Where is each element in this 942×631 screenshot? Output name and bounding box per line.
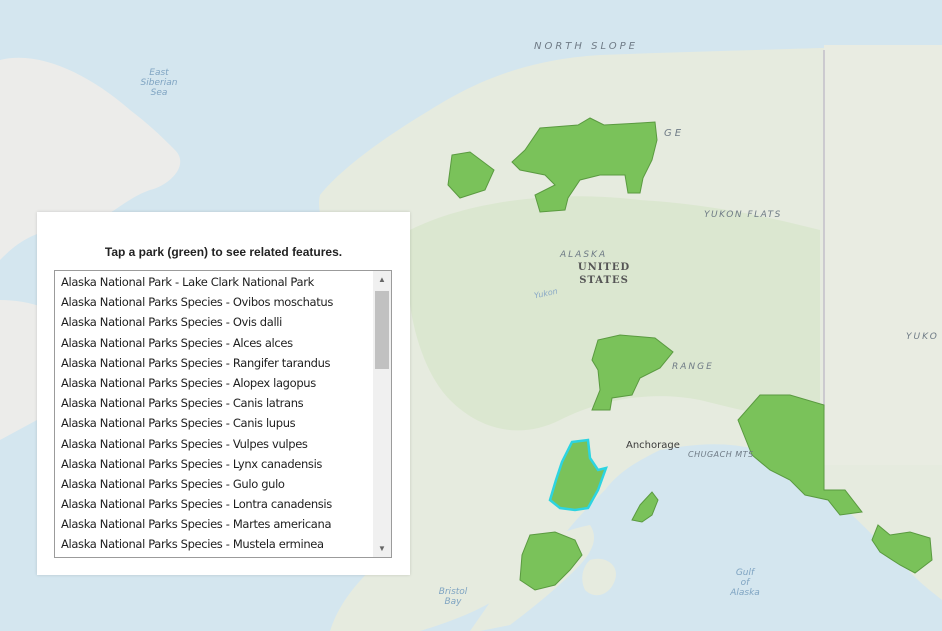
label-gulf-of-alaska: Gulf of Alaska bbox=[722, 568, 768, 598]
label-bristol-bay: Bristol Bay bbox=[432, 587, 474, 607]
label-east-siberian-sea-line2: Siberian bbox=[140, 78, 178, 88]
scroll-up-icon[interactable]: ▲ bbox=[373, 271, 391, 288]
label-gulf-line1: Gulf bbox=[735, 568, 755, 578]
related-features-list: Alaska National Park - Lake Clark Nation… bbox=[61, 272, 371, 555]
related-features-panel: Tap a park (green) to see related featur… bbox=[37, 212, 410, 575]
label-bristol-bay-line1: Bristol bbox=[438, 587, 468, 597]
label-anchorage: Anchorage bbox=[626, 440, 680, 451]
list-item[interactable]: Alaska National Parks Species - Martes a… bbox=[61, 514, 371, 534]
list-item[interactable]: Alaska National Parks Species - Lynx can… bbox=[61, 454, 371, 474]
scroll-down-icon[interactable]: ▼ bbox=[373, 540, 391, 557]
list-item[interactable]: Alaska National Parks Species - Mustela … bbox=[61, 534, 371, 554]
label-east-siberian-sea-line3: Sea bbox=[150, 88, 168, 98]
scrollbar-thumb[interactable] bbox=[375, 291, 389, 369]
label-united-states-line2: STATES bbox=[579, 275, 629, 286]
list-item[interactable]: Alaska National Parks Species - Gulo gul… bbox=[61, 474, 371, 494]
label-alaska-range: RANGE bbox=[672, 362, 714, 372]
list-item[interactable]: Alaska National Parks Species - Ovibos m… bbox=[61, 292, 371, 312]
list-scrollbar[interactable]: ▲ ▼ bbox=[373, 271, 391, 557]
label-alaska: ALASKA bbox=[560, 250, 608, 260]
label-east-siberian-sea-line1: East bbox=[149, 68, 169, 78]
list-item[interactable]: Alaska National Parks Species - Alces al… bbox=[61, 333, 371, 353]
label-brooks-range: GE bbox=[664, 128, 685, 139]
list-item[interactable]: Alaska National Parks Species - Canis lu… bbox=[61, 413, 371, 433]
related-features-listbox[interactable]: Alaska National Park - Lake Clark Nation… bbox=[54, 270, 392, 558]
label-yukon-flats: YUKON FLATS bbox=[704, 210, 782, 220]
label-united-states: UNITED STATES bbox=[572, 261, 636, 287]
list-item[interactable]: Alaska National Parks Species - Ovis dal… bbox=[61, 312, 371, 332]
label-united-states-line1: UNITED bbox=[577, 262, 631, 273]
list-item[interactable]: Alaska National Park - Lake Clark Nation… bbox=[61, 272, 371, 292]
list-item[interactable]: Alaska National Parks Species - Rangifer… bbox=[61, 353, 371, 373]
label-chugach: CHUGACH MTS bbox=[688, 450, 754, 459]
label-yukon-territory: YUKO bbox=[906, 332, 939, 342]
list-item[interactable]: Alaska National Parks Species - Lontra c… bbox=[61, 494, 371, 514]
canada-land bbox=[824, 45, 942, 465]
label-bristol-bay-line2: Bay bbox=[444, 597, 462, 607]
list-item[interactable]: Alaska National Parks Species - Canis la… bbox=[61, 393, 371, 413]
panel-title: Tap a park (green) to see related featur… bbox=[104, 245, 343, 259]
label-east-siberian-sea: East Siberian Sea bbox=[136, 68, 182, 98]
list-item[interactable]: Alaska National Parks Species - Alopex l… bbox=[61, 373, 371, 393]
label-gulf-line2: of bbox=[740, 578, 750, 588]
list-item[interactable]: Alaska National Parks Species - Vulpes v… bbox=[61, 434, 371, 454]
label-gulf-line3: Alaska bbox=[730, 588, 760, 598]
label-north-slope: NORTH SLOPE bbox=[534, 41, 638, 52]
